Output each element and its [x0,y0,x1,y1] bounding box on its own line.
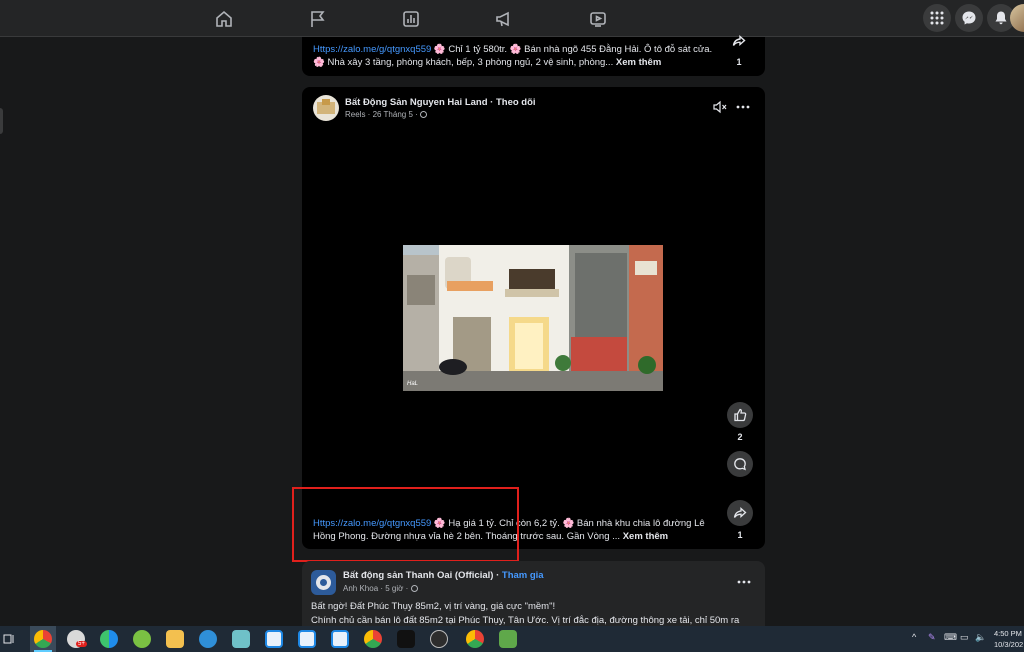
app-icon[interactable] [499,630,517,648]
comment-button[interactable] [727,451,753,477]
app-icon[interactable] [199,630,217,648]
edge-icon[interactable] [100,630,118,648]
share-count: 1 [737,530,743,540]
app-icon[interactable] [232,630,250,648]
capcut-icon[interactable] [397,630,415,648]
chrome-icon[interactable] [466,630,484,648]
follow-link[interactable]: Theo dõi [496,97,536,108]
app-icon[interactable] [133,630,151,648]
post-text-line-2: Chính chủ cần bán lô đất 85m2 tại Phúc T… [311,615,740,626]
app-icon[interactable] [298,630,316,648]
app-icon[interactable] [265,630,283,648]
group-title: Bất động sản Thanh Oai (Official) · Tham… [343,570,544,581]
chrome-icon [34,630,52,648]
page-name[interactable]: Bất Động Sản Nguyen Hai Land [345,97,488,108]
megaphone-icon[interactable] [494,9,514,29]
page-title: Bất Động Sản Nguyen Hai Land · Theo dõi [345,97,536,108]
bell-icon [995,11,1007,25]
top-navigation-bar [0,0,1024,37]
zalo-link[interactable]: Https://zalo.me/g/qtgnxq559 [313,44,431,55]
post-text-line-1: Bất ngờ! Đất Phúc Thụy 85m2, vị trí vàng… [311,601,556,612]
share-icon [732,34,746,47]
chevron-up-icon[interactable]: ^ [912,632,916,642]
post-meta: Reels · 26 Tháng 5 · [345,110,428,119]
globe-icon [420,111,428,118]
share-count: 1 [736,57,742,67]
feather-icon[interactable]: ✎ [928,632,936,643]
task-view-icon[interactable] [3,632,15,644]
taskbar: 5+ ^ ✎ ⌨ ▭ 🔈 4:50 PM 10/3/202 [0,626,1024,652]
app-icon[interactable] [331,630,349,648]
left-scroll-handle[interactable] [0,108,3,134]
chart-icon[interactable] [401,9,421,29]
flag-icon[interactable] [308,9,328,29]
post-caption: Https://zalo.me/g/qtgnxq559 🌸 Chỉ 1 tỷ 5… [313,44,713,68]
volume-icon[interactable]: 🔈 [975,632,986,643]
group-avatar[interactable] [311,570,336,595]
see-more-link[interactable]: Xem thêm [616,57,661,68]
post-card-top: Https://zalo.me/g/qtgnxq559 🌸 Chỉ 1 tỷ 5… [302,34,765,76]
grid-menu-button[interactable] [923,4,951,32]
thumbs-up-icon [734,408,747,422]
chrome-icon[interactable] [364,630,382,648]
group-post-card: Bất động sản Thanh Oai (Official) · Tham… [302,561,765,626]
reel-post-card: Bất Động Sản Nguyen Hai Land · Theo dõi … [302,87,765,549]
mute-button[interactable] [712,99,728,115]
comment-icon [734,458,746,471]
messenger-icon [962,11,976,25]
messenger-button[interactable] [955,4,983,32]
like-button[interactable] [727,402,753,428]
house-video-frame [403,245,663,391]
more-options-button[interactable] [736,574,752,590]
author-meta: Anh Khoa · 5 giờ · [343,584,418,593]
reel-video[interactable]: HaL [403,245,663,391]
more-icon [737,580,751,584]
group-name[interactable]: Bất động sản Thanh Oai (Official) [343,570,493,581]
home-icon[interactable] [214,9,234,29]
keyboard-icon[interactable]: ⌨ [944,632,957,643]
video-icon[interactable] [588,9,608,29]
network-icon[interactable]: ▭ [960,632,969,643]
share-button[interactable] [726,28,752,54]
share-button[interactable] [727,500,753,526]
notification-badge: 5+ [76,641,87,647]
more-options-button[interactable] [735,99,751,115]
muted-speaker-icon [713,100,727,114]
more-icon [736,105,750,109]
file-explorer-icon[interactable] [166,630,184,648]
profile-avatar[interactable] [1010,4,1024,32]
highlight-box [292,487,519,562]
grid-menu-icon [930,11,944,25]
share-icon [733,507,747,518]
join-link[interactable]: Tham gia [502,570,544,581]
globe-icon [410,585,418,592]
see-more-link[interactable]: Xem thêm [623,531,668,542]
like-count: 2 [737,432,743,442]
clock[interactable]: 4:50 PM 10/3/202 [994,628,1024,650]
app-icon[interactable] [430,630,448,648]
video-watermark: HaL [407,381,419,387]
page-avatar[interactable] [313,95,339,121]
